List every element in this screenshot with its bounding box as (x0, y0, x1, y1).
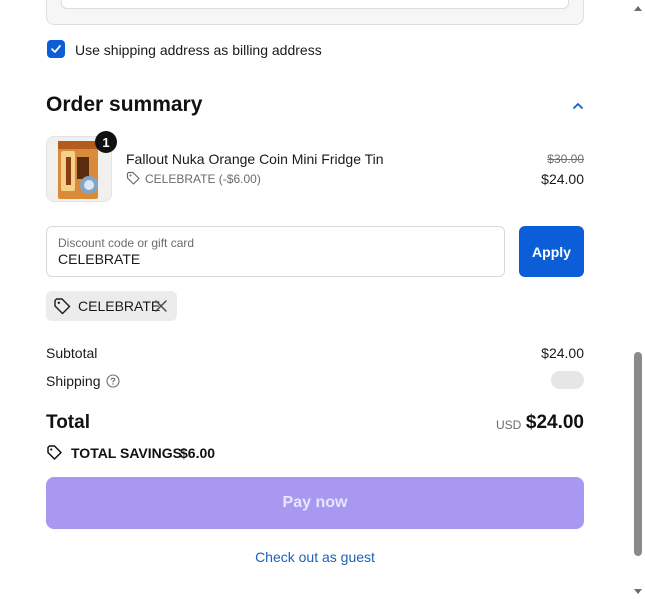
total-currency: USD (496, 418, 522, 432)
scroll-down-arrow-icon[interactable] (633, 586, 643, 596)
subtotal-label: Subtotal (46, 345, 98, 361)
chevron-up-icon[interactable] (570, 98, 586, 114)
question-circle-icon[interactable] (106, 374, 120, 388)
billing-same-checkbox[interactable] (47, 40, 65, 58)
item-price: $24.00 (541, 171, 584, 187)
subtotal-value: $24.00 (541, 345, 584, 361)
pay-now-button[interactable]: Pay now (46, 477, 584, 529)
shipping-value-placeholder (551, 371, 584, 389)
discount-field-label: Discount code or gift card (58, 236, 195, 250)
tag-icon (126, 171, 140, 185)
tag-icon (54, 298, 71, 315)
total-value: $24.00 (525, 412, 584, 433)
order-summary-title: Order summary (46, 93, 203, 116)
billing-same-label[interactable]: Use shipping address as billing address (75, 42, 322, 58)
scrollbar-thumb[interactable] (634, 352, 642, 556)
original-price: $30.00 (547, 152, 584, 166)
close-icon[interactable] (153, 298, 169, 314)
check-icon (51, 45, 61, 53)
address-input[interactable] (61, 0, 569, 9)
applied-discount-code: CELEBRATE (78, 298, 161, 314)
product-discount-line: CELEBRATE (-$6.00) (145, 172, 261, 186)
product-name: Fallout Nuka Orange Coin Mini Fridge Tin (126, 151, 384, 167)
discount-field-value[interactable]: CELEBRATE (58, 251, 140, 267)
tag-icon (47, 445, 62, 460)
total-savings-label: TOTAL SAVINGS (71, 445, 182, 461)
checkout-as-guest-link[interactable]: Check out as guest (46, 549, 584, 565)
total-label: Total (46, 412, 90, 433)
apply-button[interactable]: Apply (519, 226, 584, 277)
scroll-up-arrow-icon[interactable] (633, 4, 643, 14)
total-savings-value: $6.00 (180, 445, 216, 461)
shipping-label: Shipping (46, 373, 101, 389)
quantity-badge: 1 (95, 131, 117, 153)
